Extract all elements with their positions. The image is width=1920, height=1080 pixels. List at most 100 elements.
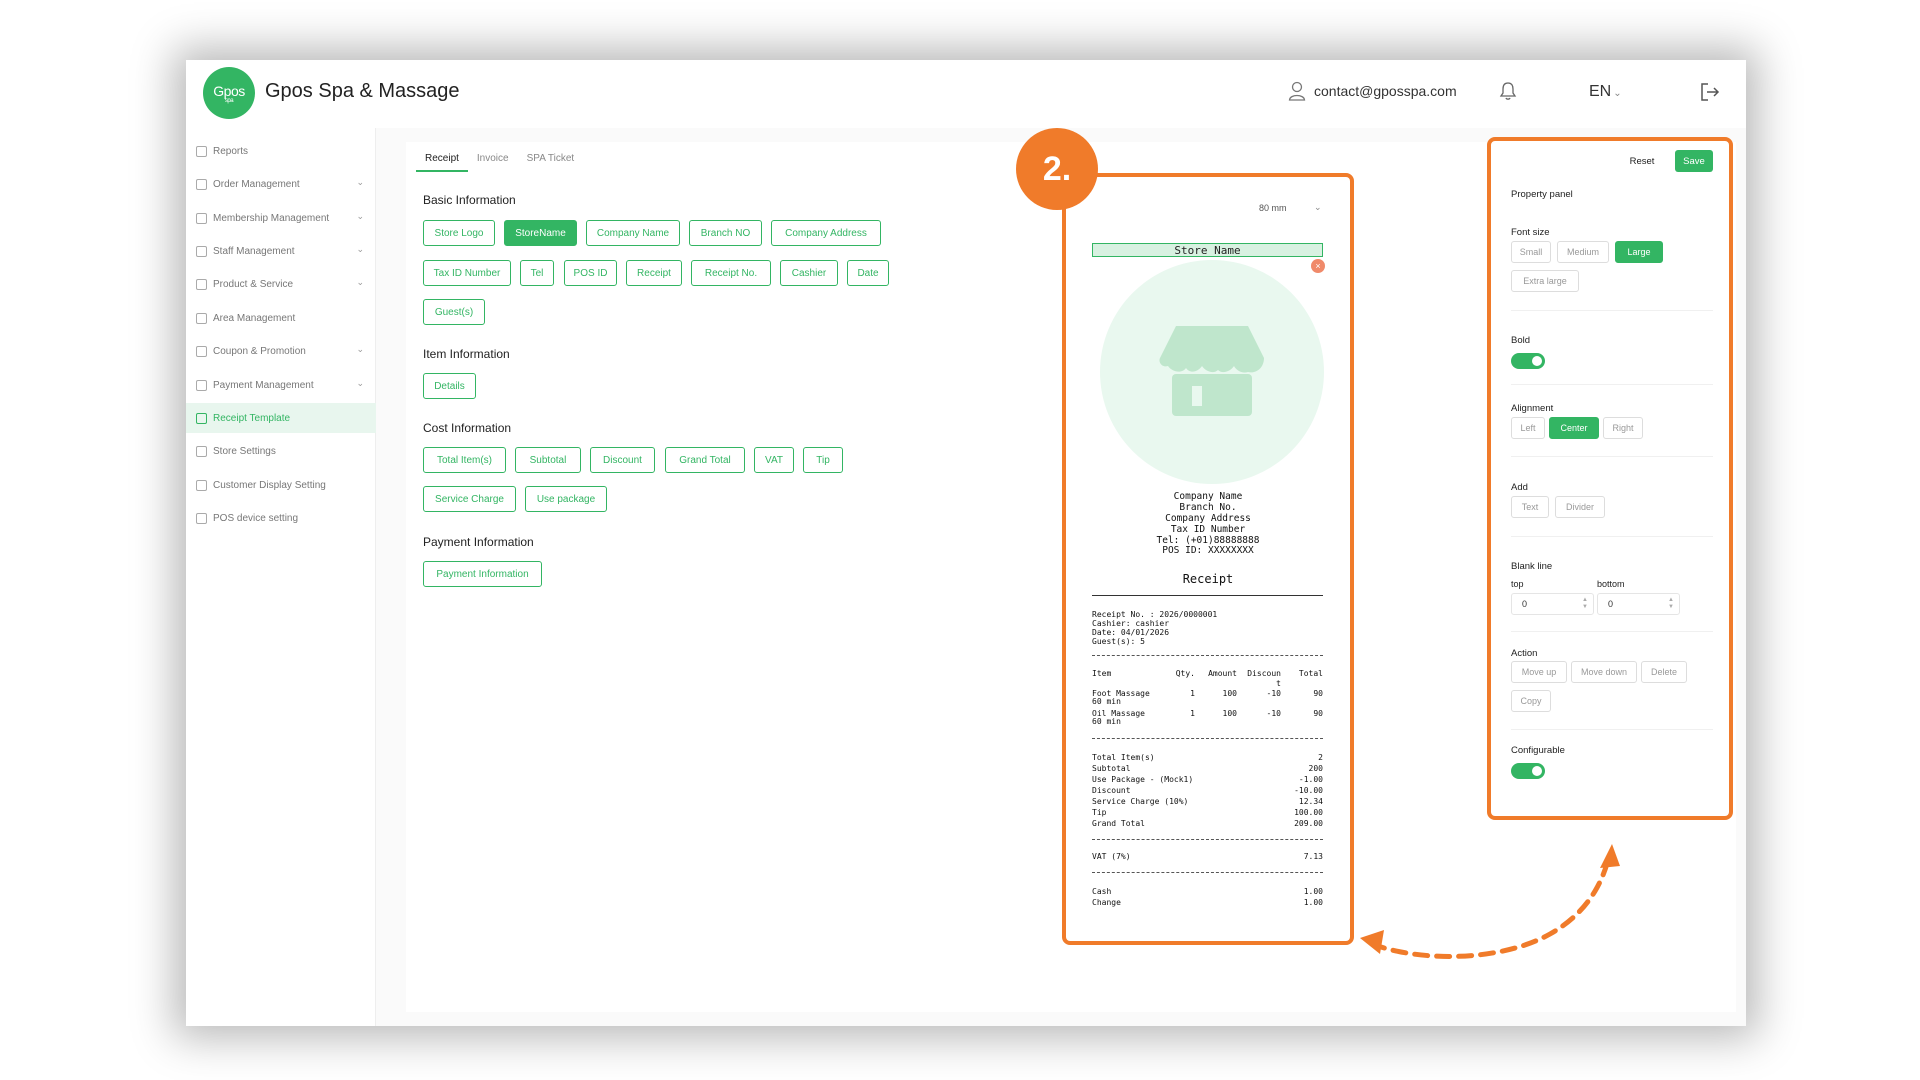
sidebar-item-label: Reports bbox=[213, 145, 249, 157]
move-down-button[interactable]: Move down bbox=[1571, 661, 1637, 683]
chip-date[interactable]: Date bbox=[847, 260, 889, 286]
save-button[interactable]: Save bbox=[1675, 150, 1713, 172]
chip-branch-no[interactable]: Branch NO bbox=[689, 220, 762, 246]
chip-company-name[interactable]: Company Name bbox=[586, 220, 680, 246]
receipt-title[interactable]: Receipt bbox=[1066, 572, 1350, 586]
align-center[interactable]: Center bbox=[1549, 417, 1599, 439]
font-size-medium[interactable]: Medium bbox=[1557, 241, 1609, 263]
sidebar-item-coupon-promotion[interactable]: Coupon & Promotion ⌄ bbox=[186, 336, 376, 366]
language-selector[interactable]: EN ⌄ bbox=[1589, 83, 1622, 101]
chip-grand-total[interactable]: Grand Total bbox=[665, 447, 745, 473]
chip-details[interactable]: Details bbox=[423, 373, 476, 399]
change-row[interactable]: Change 1.00 bbox=[1092, 898, 1323, 909]
receipt-company-address[interactable]: Company Address bbox=[1066, 513, 1350, 524]
chip-store-name[interactable]: StoreName bbox=[504, 220, 577, 246]
blank-bottom-input[interactable]: 0 ▲ ▼ bbox=[1597, 593, 1680, 615]
chevron-down-icon: ⌄ bbox=[356, 177, 364, 187]
sidebar-item-product-service[interactable]: Product & Service ⌄ bbox=[186, 269, 376, 299]
sidebar-item-order-management[interactable]: Order Management ⌄ bbox=[186, 169, 376, 199]
service-charge-row[interactable]: Service Charge (10%) 12.34 bbox=[1092, 797, 1323, 808]
tab-invoice[interactable]: Invoice bbox=[468, 147, 518, 172]
chip-total-items[interactable]: Total Item(s) bbox=[423, 447, 506, 473]
blank-top-input[interactable]: 0 ▲ ▼ bbox=[1511, 593, 1594, 615]
tip-row[interactable]: Tip 100.00 bbox=[1092, 808, 1323, 819]
sidebar-item-store-settings[interactable]: Store Settings bbox=[186, 436, 376, 466]
sidebar-item-membership-management[interactable]: Membership Management ⌄ bbox=[186, 203, 376, 233]
add-divider-button[interactable]: Divider bbox=[1555, 496, 1605, 518]
chip-payment-information[interactable]: Payment Information bbox=[423, 561, 542, 587]
bell-icon[interactable] bbox=[1498, 81, 1518, 101]
chip-tip[interactable]: Tip bbox=[803, 447, 843, 473]
receipt-guests[interactable]: Guest(s): 5 bbox=[1092, 637, 1145, 647]
configurable-toggle[interactable] bbox=[1511, 763, 1545, 779]
chevron-down-icon: ⌄ bbox=[356, 244, 364, 254]
chevron-down-icon[interactable]: ⌄ bbox=[1314, 202, 1322, 213]
receipt-tax-id[interactable]: Tax ID Number bbox=[1066, 524, 1350, 535]
tab-spa-ticket[interactable]: SPA Ticket bbox=[518, 147, 584, 172]
table-row[interactable]: Foot Massage 1 100 -10 90 bbox=[1092, 689, 1323, 709]
align-right[interactable]: Right bbox=[1603, 417, 1643, 439]
font-size-large[interactable]: Large bbox=[1615, 241, 1663, 263]
order-icon bbox=[196, 178, 207, 190]
sidebar-item-label: Store Settings bbox=[213, 445, 276, 457]
chip-pos-id[interactable]: POS ID bbox=[564, 260, 617, 286]
reset-button[interactable]: Reset bbox=[1621, 150, 1663, 172]
sidebar-item-customer-display[interactable]: Customer Display Setting bbox=[186, 470, 376, 500]
move-up-button[interactable]: Move up bbox=[1511, 661, 1567, 683]
font-size-small[interactable]: Small bbox=[1511, 241, 1551, 263]
chip-tax-id[interactable]: Tax ID Number bbox=[423, 260, 511, 286]
store-name-element[interactable]: Store Name bbox=[1092, 243, 1323, 257]
paper-size-select[interactable]: 80 mm bbox=[1259, 203, 1287, 213]
chip-discount[interactable]: Discount bbox=[590, 447, 655, 473]
item-discount: -10 bbox=[1266, 709, 1281, 718]
receipt-branch-no[interactable]: Branch No. bbox=[1066, 502, 1350, 513]
use-package-row[interactable]: Use Package - (Mock1) -1.00 bbox=[1092, 775, 1323, 786]
chip-store-logo[interactable]: Store Logo bbox=[423, 220, 495, 246]
sidebar-item-staff-management[interactable]: Staff Management ⌄ bbox=[186, 236, 376, 266]
chip-guests[interactable]: Guest(s) bbox=[423, 299, 485, 325]
delete-button[interactable]: Delete bbox=[1641, 661, 1687, 683]
receipt-pos-id[interactable]: POS ID: XXXXXXXX bbox=[1066, 545, 1350, 556]
blank-bottom-value: 0 bbox=[1608, 599, 1614, 609]
sidebar-item-pos-device[interactable]: POS device setting bbox=[186, 503, 376, 533]
template-tabs: Receipt Invoice SPA Ticket bbox=[416, 147, 583, 172]
chip-cashier[interactable]: Cashier bbox=[780, 260, 838, 286]
add-text-button[interactable]: Text bbox=[1511, 496, 1549, 518]
chip-subtotal[interactable]: Subtotal bbox=[515, 447, 581, 473]
grand-total-row[interactable]: Grand Total 209.00 bbox=[1092, 819, 1323, 830]
sidebar-item-reports[interactable]: Reports bbox=[186, 136, 376, 166]
chip-receipt[interactable]: Receipt bbox=[626, 260, 682, 286]
chip-company-address[interactable]: Company Address bbox=[771, 220, 881, 246]
chip-service-charge[interactable]: Service Charge bbox=[423, 486, 516, 512]
section-payment-title: Payment Information bbox=[423, 535, 534, 549]
discount-row[interactable]: Discount -10.00 bbox=[1092, 786, 1323, 797]
tab-receipt[interactable]: Receipt bbox=[416, 147, 468, 172]
chip-receipt-no[interactable]: Receipt No. bbox=[691, 260, 771, 286]
table-row[interactable]: Oil Massage 1 100 -10 90 bbox=[1092, 709, 1323, 729]
subtotal-row[interactable]: Subtotal 200 bbox=[1092, 764, 1323, 775]
total-items-row[interactable]: Total Item(s) 2 bbox=[1092, 753, 1323, 764]
stepper-icon[interactable]: ▲ ▼ bbox=[1668, 597, 1674, 611]
font-size-extra-large[interactable]: Extra large bbox=[1511, 270, 1579, 292]
user-email[interactable]: contact@gposspa.com bbox=[1314, 83, 1457, 99]
stepper-icon[interactable]: ▲ ▼ bbox=[1582, 597, 1588, 611]
sidebar-item-payment-management[interactable]: Payment Management ⌄ bbox=[186, 370, 376, 400]
store-logo-placeholder[interactable] bbox=[1100, 260, 1324, 484]
chip-vat[interactable]: VAT bbox=[754, 447, 794, 473]
app-logo[interactable]: Gpos spa bbox=[203, 67, 255, 119]
close-icon[interactable]: × bbox=[1311, 259, 1325, 273]
blank-bottom-label: bottom bbox=[1597, 579, 1625, 589]
bold-toggle[interactable] bbox=[1511, 353, 1545, 369]
display-icon bbox=[196, 479, 207, 491]
align-left[interactable]: Left bbox=[1511, 417, 1545, 439]
chip-use-package[interactable]: Use package bbox=[525, 486, 607, 512]
chip-tel[interactable]: Tel bbox=[520, 260, 554, 286]
copy-button[interactable]: Copy bbox=[1511, 690, 1551, 712]
cash-row[interactable]: Cash 1.00 bbox=[1092, 887, 1323, 898]
app-title: Gpos Spa & Massage bbox=[265, 80, 460, 102]
sidebar-item-area-management[interactable]: Area Management bbox=[186, 303, 376, 333]
vat-row[interactable]: VAT (7%) 7.13 bbox=[1092, 852, 1323, 863]
receipt-company-name[interactable]: Company Name bbox=[1066, 491, 1350, 502]
sidebar-item-receipt-template[interactable]: Receipt Template bbox=[186, 403, 376, 433]
logout-icon[interactable] bbox=[1699, 81, 1721, 103]
